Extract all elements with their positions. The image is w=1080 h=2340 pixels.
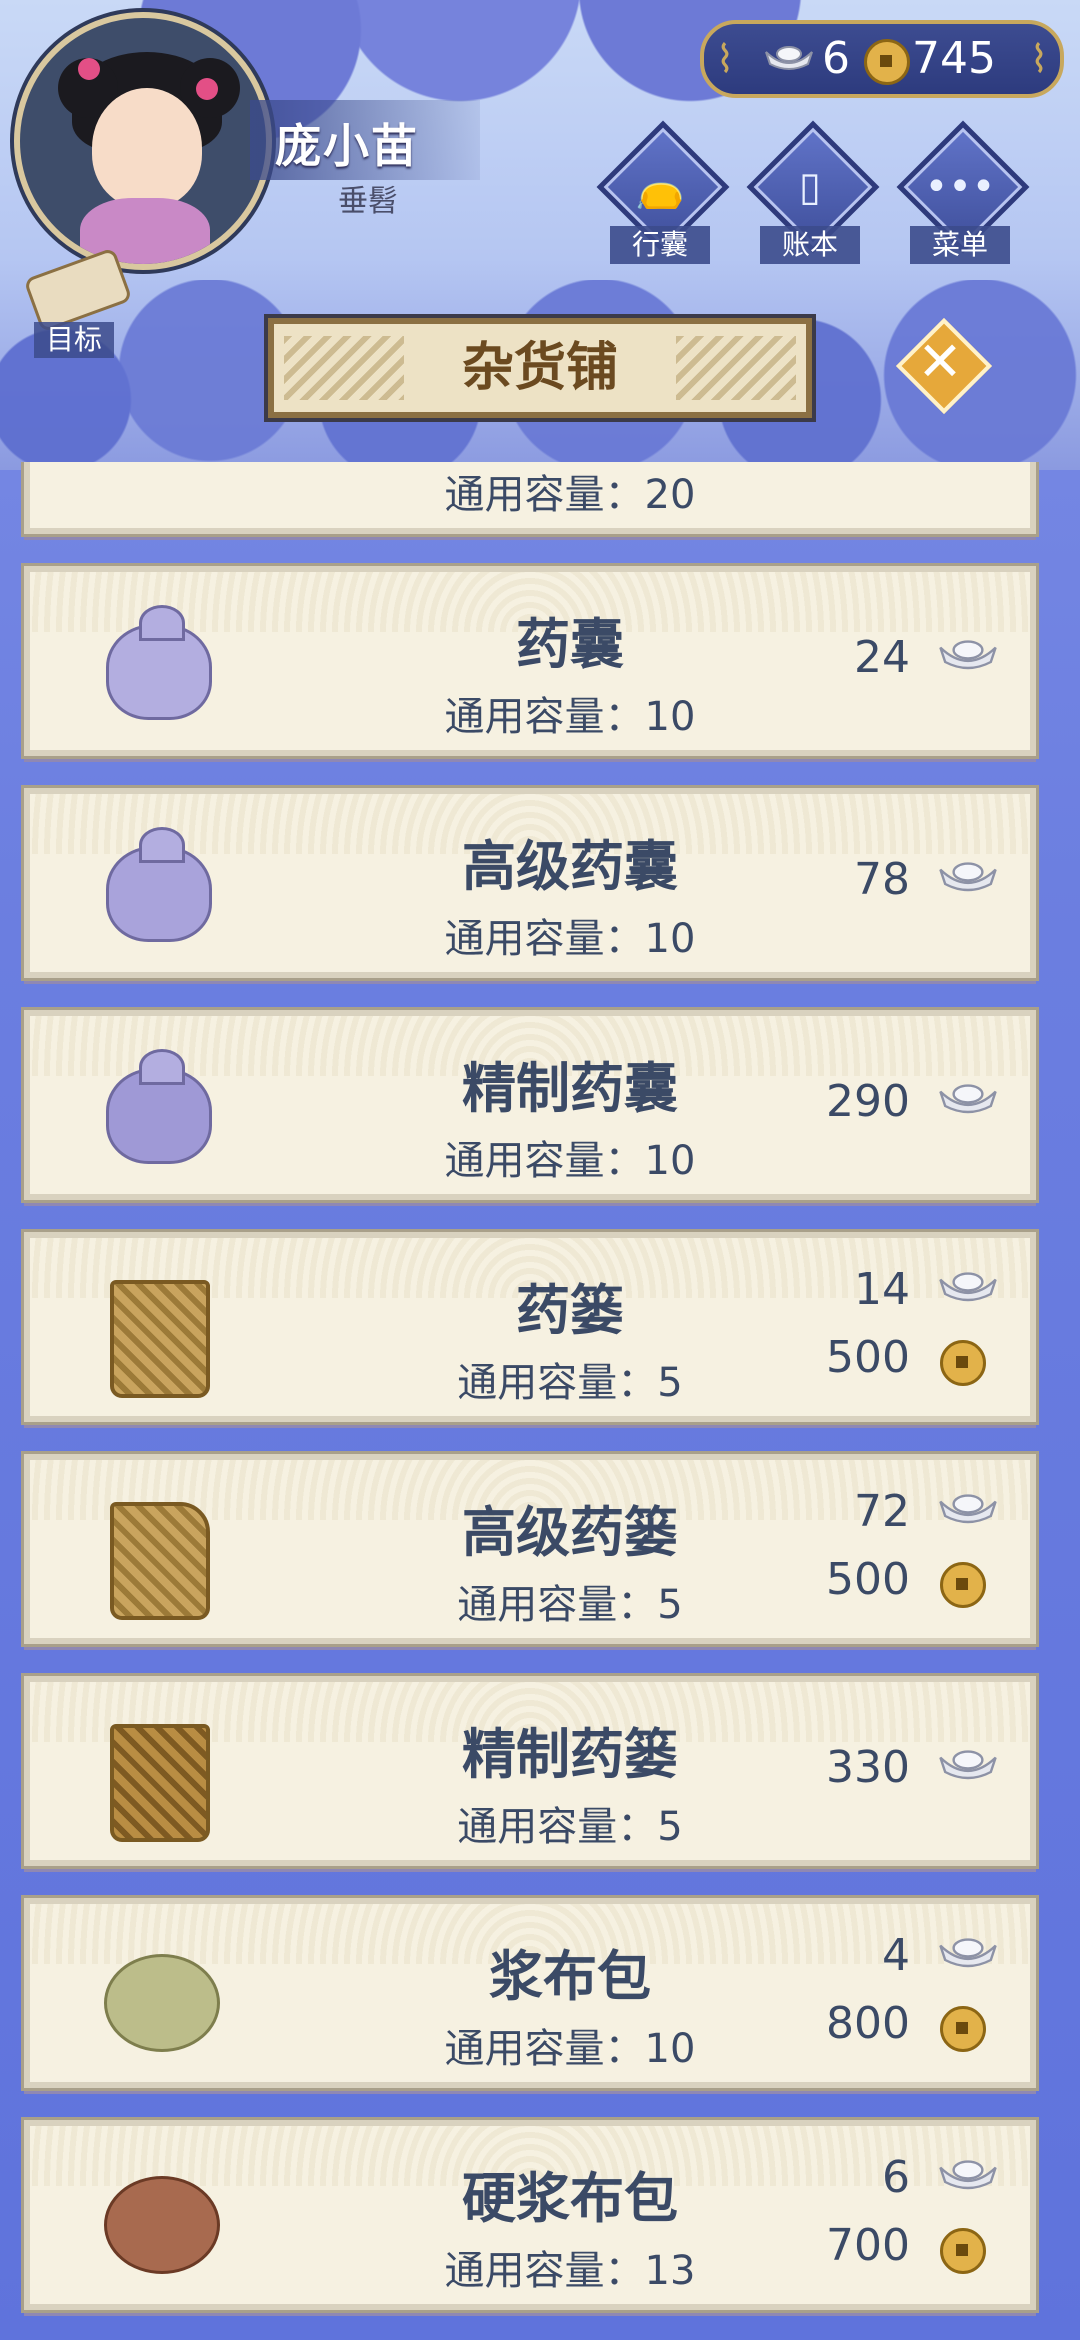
silver-ingot-icon: [939, 862, 997, 892]
shop-item[interactable]: 药篓 通用容量：5 14 500: [24, 1232, 1036, 1422]
item-capacity: 通用容量：10: [444, 1138, 696, 1184]
silver-amount: 6: [822, 33, 850, 84]
shop-item[interactable]: 药囊 通用容量：10 24: [24, 566, 1036, 756]
avatar-flower-right: [196, 78, 218, 100]
item-silver-price: 14: [854, 1264, 910, 1315]
shop-item[interactable]: 硬浆布包 通用容量：13 6 700: [24, 2120, 1036, 2310]
bag-icon: 👝: [635, 165, 685, 211]
nav-menu-label: 菜单: [910, 226, 1010, 264]
gold-coin-icon: [940, 1340, 986, 1386]
silver-ingot-icon: [765, 46, 813, 70]
item-silver-price: 24: [854, 632, 910, 683]
cloth-bundle-icon: [96, 1936, 220, 2056]
ledger-icon: ▯: [798, 164, 821, 210]
refined-herb-basket-icon: [96, 1714, 216, 1842]
item-gold-price: 800: [826, 1998, 910, 2049]
shop-title-banner: 杂货铺: [268, 318, 812, 418]
goal-label: 目标: [34, 322, 114, 358]
gold-coin-icon: [864, 39, 910, 85]
item-capacity: 通用容量：5: [457, 1360, 683, 1406]
silver-ingot-icon: [939, 1494, 997, 1524]
shop-item[interactable]: 通用容量：20 600: [24, 462, 1036, 534]
item-silver-price: 6: [882, 2152, 910, 2203]
silver-ingot-icon: [939, 1750, 997, 1780]
silver-ingot-icon: [939, 1272, 997, 1302]
hard-cloth-bundle-icon: [96, 2158, 220, 2278]
shop-item[interactable]: 精制药囊 通用容量：10 290: [24, 1010, 1036, 1200]
nav-menu-button[interactable]: ••• 菜单: [896, 120, 1030, 264]
nav-bag-label: 行囊: [610, 226, 710, 264]
item-capacity: 通用容量：20: [444, 472, 696, 518]
silver-ingot-icon: [939, 1938, 997, 1968]
item-name: 硬浆布包: [462, 2167, 678, 2230]
item-silver-price: 330: [826, 1742, 910, 1793]
shop-item[interactable]: 高级药囊 通用容量：10 78: [24, 788, 1036, 978]
nav-ledger-label: 账本: [760, 226, 860, 264]
item-silver-price: 72: [854, 1486, 910, 1537]
shop-item[interactable]: 浆布包 通用容量：10 4 800: [24, 1898, 1036, 2088]
item-gold-price: 500: [826, 1554, 910, 1605]
avatar-face: [92, 88, 202, 208]
bamboo-right-icon: ⌇: [1029, 37, 1049, 81]
silver-ingot-icon: [939, 2160, 997, 2190]
silver-ingot-icon: [939, 640, 997, 670]
item-name: 精制药囊: [462, 1057, 678, 1120]
player-title: 垂髫: [338, 184, 398, 219]
item-list-viewport[interactable]: 通用容量：20 600 药囊 通用容量：10 24 高级药囊 通用容量：10 7…: [0, 462, 1080, 2340]
gold-coin-icon: [940, 2006, 986, 2052]
item-name: 高级药篓: [462, 1501, 678, 1564]
item-capacity: 通用容量：13: [444, 2248, 696, 2294]
silver-ingot-icon: [939, 1084, 997, 1114]
shop-item[interactable]: 精制药篓 通用容量：5 330: [24, 1676, 1036, 1866]
red-bag-icon: [96, 462, 216, 502]
herb-basket-icon: [96, 1270, 216, 1398]
advanced-herb-basket-icon: [96, 1492, 216, 1620]
avatar-flower-left: [78, 58, 100, 80]
gold-coin-icon: [940, 1562, 986, 1608]
player-name: 庞小苗: [275, 119, 419, 173]
item-name: 高级药囊: [462, 835, 678, 898]
goal-button[interactable]: 目标: [10, 247, 133, 358]
item-silver-price: 78: [854, 854, 910, 905]
gold-amount: 745: [912, 33, 996, 84]
item-capacity: 通用容量：10: [444, 2026, 696, 2072]
item-name: 药囊: [516, 613, 624, 676]
player-avatar[interactable]: [14, 12, 272, 270]
close-button[interactable]: ✕: [895, 317, 993, 415]
bamboo-left-icon: ⌇: [715, 37, 735, 81]
item-name: 药篓: [516, 1279, 624, 1342]
item-capacity: 通用容量：10: [444, 916, 696, 962]
item-capacity: 通用容量：5: [457, 1804, 683, 1850]
item-silver-price: 4: [882, 1930, 910, 1981]
item-list: 通用容量：20 600 药囊 通用容量：10 24 高级药囊 通用容量：10 7…: [0, 462, 1080, 2340]
item-capacity: 通用容量：5: [457, 1582, 683, 1628]
gold-coin-icon: [940, 2228, 986, 2274]
nav-ledger-button[interactable]: ▯ 账本: [746, 120, 880, 264]
menu-dots-icon: •••: [924, 164, 996, 210]
shop-title: 杂货铺: [461, 338, 618, 398]
advanced-herb-pouch-icon: [96, 826, 216, 946]
nav-bag-button[interactable]: 👝 行囊: [596, 120, 730, 264]
close-icon: ✕: [917, 330, 963, 393]
item-gold-price: 500: [826, 1332, 910, 1383]
item-name: 精制药篓: [462, 1723, 678, 1786]
item-gold-price: 700: [826, 2220, 910, 2271]
shop-item[interactable]: 高级药篓 通用容量：5 72 500: [24, 1454, 1036, 1644]
herb-pouch-icon: [96, 604, 216, 724]
item-name: 浆布包: [489, 1945, 651, 2008]
item-capacity: 通用容量：10: [444, 694, 696, 740]
refined-herb-pouch-icon: [96, 1048, 216, 1168]
scroll-icon: [23, 247, 133, 333]
item-silver-price: 290: [826, 1076, 910, 1127]
currency-bar: ⌇ 6 745 ⌇: [700, 20, 1064, 98]
